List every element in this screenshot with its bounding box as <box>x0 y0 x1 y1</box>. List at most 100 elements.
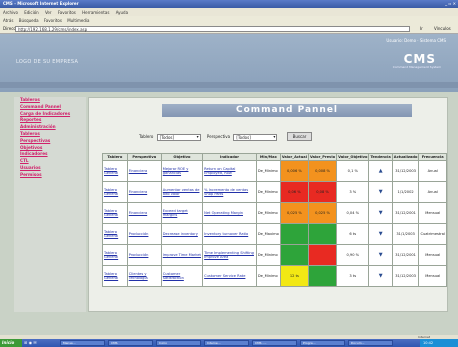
tablero-select[interactable]: [Todos] <box>156 133 201 141</box>
table-row[interactable]: Tablero General Clientes y Tecnología Cust… <box>102 265 447 287</box>
taskbar-task[interactable]: Interne... <box>204 340 249 346</box>
page-title: Command Pannel <box>162 104 412 117</box>
address-input[interactable]: http://192.168.1.29/cms/index.asp <box>15 26 410 32</box>
menu-edicion[interactable]: Edición <box>24 10 38 15</box>
col-valor-actual[interactable]: Valor_Actual <box>279 153 309 161</box>
cell-perspectiva[interactable]: Financiera <box>126 160 162 182</box>
cell-tablero[interactable]: Tablero General <box>102 223 128 245</box>
cell-tablero[interactable]: Tablero General <box>102 202 128 224</box>
go-button[interactable]: Ir <box>420 26 423 31</box>
buscar-button[interactable]: Buscar <box>286 132 313 141</box>
cell-objetivo[interactable]: Decrease inventory <box>160 223 204 245</box>
menu-herramientas[interactable]: Herramientas <box>82 10 109 15</box>
sidebar-item-administracion[interactable]: Administración <box>14 124 86 131</box>
window-title-bar: CMS - Microsoft Internet Explorer _ ▫ ✕ <box>0 0 458 8</box>
cell-indicador[interactable]: Inventory turnover Ratio <box>202 223 257 245</box>
sidebar-item-tableros[interactable]: Tableros <box>14 97 86 104</box>
cell-tablero[interactable]: Tablero General <box>102 181 128 203</box>
menu-ver[interactable]: Ver <box>45 10 52 15</box>
menu-ayuda[interactable]: Ayuda <box>116 10 128 15</box>
taskbar-task[interactable]: CMS <box>108 340 153 346</box>
taskbar-task[interactable]: Docum... <box>348 340 393 346</box>
main-panel: Command Pannel Tablero [Todos] Perspecti… <box>88 97 448 312</box>
cell-tablero[interactable]: Tablero General <box>102 244 128 266</box>
col-indicador[interactable]: Indicador <box>202 153 257 161</box>
sidebar-item-reportes[interactable]: Reportes <box>14 117 86 124</box>
cell-frecuencia: Mensual <box>418 265 447 287</box>
cell-valor-previo: 0,025 % <box>307 202 338 224</box>
cell-perspectiva[interactable]: Financiera <box>126 181 162 203</box>
col-objetivo[interactable]: Objetivo <box>160 153 204 161</box>
taskbar-task[interactable]: Inicio <box>156 340 201 346</box>
sidebar-item-tableros-admin[interactable]: Tableros <box>14 131 86 138</box>
cell-valor-previo <box>307 244 338 266</box>
cell-actualizado: 31/12/2003 <box>391 265 420 287</box>
favorites-button[interactable]: Favoritos <box>44 18 62 23</box>
table-row[interactable]: Tablero General Producción Improve Time Ma… <box>102 244 447 266</box>
menu-archivo[interactable]: Archivo <box>3 10 18 15</box>
menu-favoritos[interactable]: Favoritos <box>58 10 76 15</box>
table-row[interactable]: Tablero General Producción Decrease invent… <box>102 223 447 245</box>
cell-indicador[interactable]: Time Implementing Shifting Improve Area <box>202 244 257 266</box>
site-banner: LOGO DE SU EMPRESA Usuario: Demo · Siste… <box>0 34 458 92</box>
cell-perspectiva[interactable]: Financiera <box>126 202 162 224</box>
cell-perspectiva[interactable]: Producción <box>126 223 162 245</box>
col-tendencia[interactable]: Tendencia <box>368 153 393 161</box>
cell-indicador[interactable]: % Incremento de ventas Shop Parts <box>202 181 257 203</box>
sidebar-item-carga-indicadores[interactable]: Carga de Indicadores <box>14 111 86 118</box>
cell-objetivo[interactable]: Mejorar ROE y ganancias <box>160 160 204 182</box>
table-row[interactable]: Tablero General Financiera Exceed target m… <box>102 202 447 224</box>
cell-indicador[interactable]: Net Operating Margin <box>202 202 257 224</box>
sidebar-item-perspectivas[interactable]: Perspectivas <box>14 138 86 145</box>
cell-indicador[interactable]: Customer Service Rate <box>202 265 257 287</box>
sidebar-item-command-pannel[interactable]: Command Pannel <box>14 104 86 111</box>
taskbar-task[interactable]: Mensa... <box>60 340 105 346</box>
taskbar-task[interactable]: CMS -... <box>252 340 297 346</box>
cell-tendencia[interactable]: ▼ <box>368 181 393 203</box>
cms-logo-subtitle: Command Management System <box>392 65 441 69</box>
cell-perspectiva[interactable]: Producción <box>126 244 162 266</box>
cell-objetivo[interactable]: Customer Satisfaction <box>160 265 204 287</box>
sidebar-item-usuarios[interactable]: Usuarios <box>14 165 86 172</box>
search-button[interactable]: Búsqueda <box>19 18 39 23</box>
cell-valor-actual: 12 ts <box>279 265 309 287</box>
window-controls[interactable]: _ ▫ ✕ <box>445 1 456 6</box>
cell-tendencia[interactable]: ▼ <box>368 223 393 245</box>
back-button[interactable]: Atrás <box>3 18 13 23</box>
table-row[interactable]: Tablero General Financiera Aumentar ventas… <box>102 181 447 203</box>
cell-tendencia[interactable]: ▲ <box>368 160 393 182</box>
cell-objetivo[interactable]: Improve Time Market <box>160 244 204 266</box>
col-minmax[interactable]: Min/Max <box>255 153 281 161</box>
col-actualizado[interactable]: Actualizado <box>391 153 420 161</box>
table-row[interactable]: Tablero General Financiera Mejorar ROE y g… <box>102 160 447 182</box>
cell-tendencia[interactable]: ▼ <box>368 265 393 287</box>
cell-tablero[interactable]: Tablero General <box>102 160 128 182</box>
cell-actualizado: 31/12/2001 <box>391 244 420 266</box>
top-nav-strip <box>0 82 458 88</box>
cell-tendencia[interactable]: ▼ <box>368 244 393 266</box>
system-tray: 10:42 <box>420 339 458 347</box>
perspectiva-select[interactable]: [Todos] <box>233 133 278 141</box>
start-button[interactable]: Inicio <box>0 339 22 347</box>
multimedia-button[interactable]: Multimedia <box>67 18 89 23</box>
sidebar-item-ctl[interactable]: CTL <box>14 158 86 165</box>
quick-launch[interactable]: ⊞ ◉ ✉ <box>24 340 37 345</box>
col-tablero[interactable]: Tablero <box>102 153 128 161</box>
table-body: Tablero General Financiera Mejorar ROE y g… <box>102 160 447 287</box>
cell-indicador[interactable]: Return on Capital Employed, Row <box>202 160 257 182</box>
col-frecuencia[interactable]: Frecuencia <box>418 153 447 161</box>
col-valor-previo[interactable]: Valor_Previo <box>307 153 338 161</box>
col-perspectiva[interactable]: Perspectiva <box>126 153 162 161</box>
cell-perspectiva[interactable]: Clientes y Tecnología <box>126 265 162 287</box>
sidebar: Tableros Command Pannel Carga de Indicad… <box>14 97 86 312</box>
sidebar-item-indicadores[interactable]: Indicadores <box>14 151 86 158</box>
cell-objetivo[interactable]: Exceed target margins <box>160 202 204 224</box>
sidebar-item-permisos[interactable]: Permisos <box>14 172 86 179</box>
col-valor-objetivo[interactable]: Valor_Objetivo <box>336 153 370 161</box>
cell-objetivo[interactable]: Aumentar ventas de alto valor <box>160 181 204 203</box>
sidebar-item-objetivos[interactable]: Objetivos <box>14 145 86 152</box>
cell-tablero[interactable]: Tablero General <box>102 265 128 287</box>
cell-tendencia[interactable]: ▼ <box>368 202 393 224</box>
taskbar-task[interactable]: Progra... <box>300 340 345 346</box>
links-button[interactable]: Vínculos <box>434 26 451 31</box>
